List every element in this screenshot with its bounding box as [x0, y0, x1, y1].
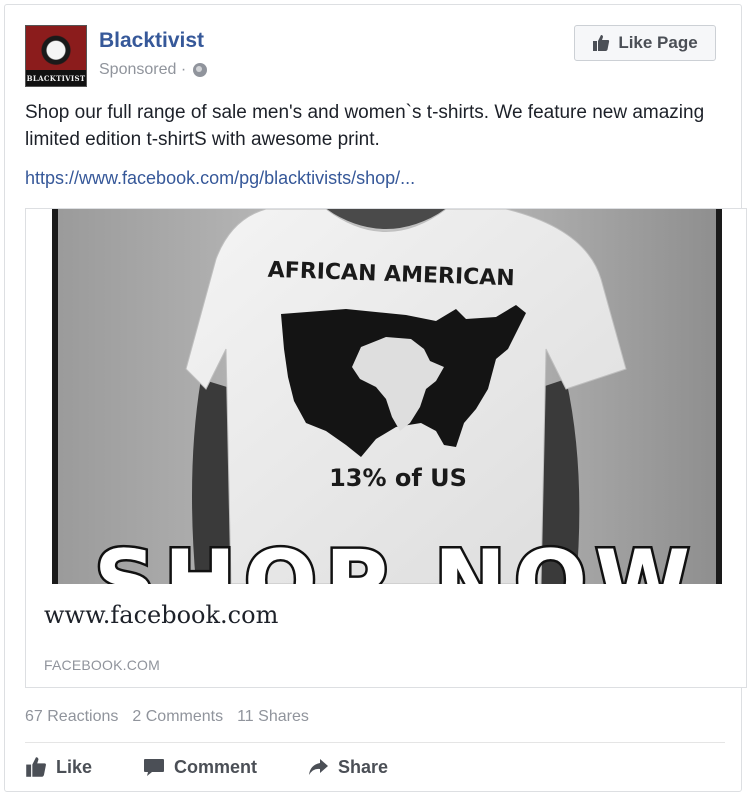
comment-icon [144, 759, 164, 776]
shirt-caption-text: 13% of US [329, 464, 467, 492]
link-domain: FACEBOOK.COM [44, 657, 160, 673]
avatar-logo-text: BLACKTIVIST [26, 74, 86, 83]
globe-icon [193, 63, 208, 77]
link-title[interactable]: www.facebook.com [44, 601, 278, 629]
shares-count[interactable]: 11 Shares [237, 708, 309, 726]
page-name-link[interactable]: Blacktivist [99, 29, 204, 53]
divider [25, 742, 725, 743]
like-page-button[interactable]: Like Page [574, 25, 716, 61]
sponsored-post: BLACKTIVIST Blacktivist Sponsored · Like… [4, 4, 747, 792]
share-label: Share [338, 756, 389, 777]
comment-label: Comment [174, 756, 258, 777]
post-actions: Like Comment Share [25, 753, 427, 781]
share-icon [309, 759, 328, 775]
reactions-count[interactable]: 67 Reactions [25, 708, 118, 726]
like-page-label: Like Page [618, 33, 698, 52]
engagement-stats: 67 Reactions 2 Comments 11 Shares [25, 708, 309, 726]
like-label: Like [56, 756, 93, 777]
comments-count[interactable]: 2 Comments [132, 708, 223, 726]
sponsored-label-row: Sponsored · [99, 61, 208, 79]
post-body-text: Shop our full range of sale men's and wo… [25, 102, 705, 150]
thumbs-up-icon [593, 35, 610, 51]
avatar-logo-icon [26, 26, 86, 70]
share-button[interactable]: Share [307, 753, 427, 781]
shop-now-overlay-text: SHOP NOW [94, 532, 698, 584]
ad-image[interactable]: AFRICAN AMERICAN 13% of US SHOP NOW [26, 209, 746, 584]
sponsored-label: Sponsored · [99, 61, 187, 78]
like-button[interactable]: Like [25, 753, 143, 781]
comment-button[interactable]: Comment [143, 753, 307, 781]
thumbs-up-icon [26, 757, 46, 777]
link-attachment[interactable]: AFRICAN AMERICAN 13% of US SHOP NOW www.… [25, 208, 747, 688]
post-shop-link[interactable]: https://www.facebook.com/pg/blacktivists… [25, 168, 415, 189]
page-avatar[interactable]: BLACKTIVIST [25, 25, 87, 87]
